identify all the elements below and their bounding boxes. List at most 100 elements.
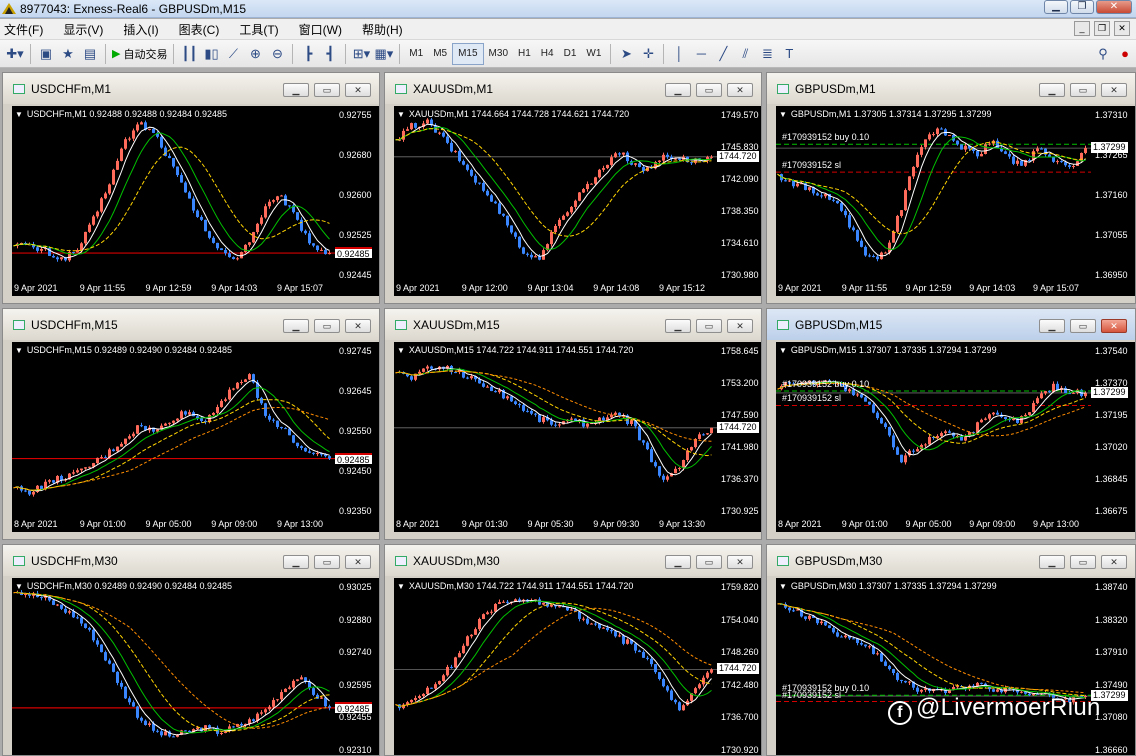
cursor-icon[interactable]: ➤: [615, 43, 637, 65]
order-label-buy[interactable]: #170939152 buy 0.10: [782, 379, 869, 389]
chart-window-xauusd-m1[interactable]: XAUUSDm,M1 ▁ ▭ ✕ ▼ XAUUSDm,M1 1744.664 17…: [384, 72, 762, 304]
chart-window-usdchf-m15[interactable]: USDCHFm,M15 ▁ ▭ ✕ ▼ USDCHFm,M15 0.92489 0…: [2, 308, 380, 540]
bar-chart-icon[interactable]: ┃┃: [178, 43, 200, 65]
time-scale[interactable]: 8 Apr 2021 9 Apr 01:00 9 Apr 05:00 9 Apr 09…: [12, 516, 379, 532]
chart-window-gbpusd-m15[interactable]: GBPUSDm,M15 ▁ ▭ ✕ ▼ GBPUSDm,M15 1.37307 1…: [766, 308, 1136, 540]
chart-window-caption[interactable]: USDCHFm,M1 ▁ ▭ ✕: [3, 73, 379, 104]
time-scale[interactable]: 8 Apr 2021 9 Apr 01:30 9 Apr 05:30 9 Apr 09…: [394, 516, 761, 532]
chart-window-caption[interactable]: XAUUSDm,M30 ▁ ▭ ✕: [385, 545, 761, 576]
profiles-icon[interactable]: ▣: [35, 43, 57, 65]
price-scale[interactable]: 0.93025 0.92880 0.92740 0.92595 0.92455 0.923…: [335, 578, 379, 755]
chart-plot-area[interactable]: ▼ USDCHFm,M30 0.92489 0.92490 0.92484 0.9…: [12, 578, 335, 755]
notification-icon[interactable]: ●: [1114, 43, 1136, 65]
crosshair-icon[interactable]: ✛: [637, 43, 659, 65]
price-scale[interactable]: 1.37540 1.37370 1.37195 1.37020 1.36845 1.366…: [1091, 342, 1135, 516]
restore-window-button[interactable]: ❐: [1070, 0, 1094, 14]
chart-minimize-button[interactable]: ▁: [283, 319, 309, 333]
timeframe-m5[interactable]: M5: [428, 43, 452, 65]
chart-plot-area[interactable]: ▼ GBPUSDm,M1 1.37305 1.37314 1.37295 1.37…: [776, 106, 1091, 280]
vertical-line-icon[interactable]: │: [668, 43, 690, 65]
time-scale[interactable]: 9 Apr 2021 9 Apr 11:55 9 Apr 12:59 9 Apr 14…: [12, 280, 379, 296]
chart-close-button[interactable]: ✕: [345, 555, 371, 569]
channel-icon[interactable]: ⫽: [734, 43, 756, 65]
chart-plot-area[interactable]: ▼ GBPUSDm,M30 1.37307 1.37335 1.37294 1.3…: [776, 578, 1091, 755]
autotrade-button[interactable]: ▶ 自动交易: [110, 43, 169, 65]
timeframe-w1[interactable]: W1: [581, 43, 606, 65]
chart-window-caption[interactable]: GBPUSDm,M1 ▁ ▭ ✕: [767, 73, 1135, 104]
price-scale[interactable]: 0.92745 0.92645 0.92550 0.92450 0.92350 0.924…: [335, 342, 379, 516]
chart-window-usdchf-m1[interactable]: USDCHFm,M1 ▁ ▭ ✕ ▼ USDCHFm,M1 0.92488 0.9…: [2, 72, 380, 304]
chart-close-button[interactable]: ✕: [345, 319, 371, 333]
time-scale[interactable]: 9 Apr 2021 9 Apr 11:55 9 Apr 12:59 9 Apr 14…: [776, 280, 1135, 296]
line-chart-icon[interactable]: ⟋: [222, 43, 244, 65]
menu-insert[interactable]: 插入(I): [123, 21, 158, 38]
chart-window-caption[interactable]: GBPUSDm,M15 ▁ ▭ ✕: [767, 309, 1135, 340]
horizontal-line-icon[interactable]: ─: [690, 43, 712, 65]
chart-plot-area[interactable]: ▼ XAUUSDm,M15 1744.722 1744.911 1744.551 …: [394, 342, 717, 516]
timeframe-m15[interactable]: M15: [452, 42, 484, 65]
chart-window-caption[interactable]: XAUUSDm,M15 ▁ ▭ ✕: [385, 309, 761, 340]
chart-shift-icon[interactable]: ┫: [319, 43, 341, 65]
mdi-close-button[interactable]: ✕: [1114, 21, 1130, 36]
chart-plot-area[interactable]: ▼ XAUUSDm,M30 1744.722 1744.911 1744.551 …: [394, 578, 717, 755]
new-chart-icon[interactable]: ✚▾: [4, 43, 26, 65]
minimize-window-button[interactable]: ▁: [1044, 0, 1068, 14]
mdi-minimize-button[interactable]: _: [1074, 21, 1090, 36]
price-scale[interactable]: 0.92755 0.92680 0.92600 0.92525 0.92445 0.924…: [335, 106, 379, 280]
chart-minimize-button[interactable]: ▁: [283, 83, 309, 97]
chart-maximize-button[interactable]: ▭: [696, 555, 722, 569]
chart-close-button[interactable]: ✕: [727, 83, 753, 97]
timeframe-d1[interactable]: D1: [559, 43, 582, 65]
order-label-buy[interactable]: #170939152 buy 0.10: [782, 132, 869, 142]
chart-close-button[interactable]: ✕: [727, 555, 753, 569]
chart-close-button[interactable]: ✕: [1101, 555, 1127, 569]
chart-maximize-button[interactable]: ▭: [314, 319, 340, 333]
chart-maximize-button[interactable]: ▭: [1070, 555, 1096, 569]
price-scale[interactable]: 1.37310 1.37265 1.37160 1.37055 1.36950 1.372…: [1091, 106, 1135, 280]
chart-minimize-button[interactable]: ▁: [283, 555, 309, 569]
chart-maximize-button[interactable]: ▭: [314, 83, 340, 97]
indicators-icon[interactable]: ⊞▾: [350, 43, 372, 65]
search-icon[interactable]: ⚲: [1092, 43, 1114, 65]
chart-minimize-button[interactable]: ▁: [1039, 319, 1065, 333]
templates-icon[interactable]: ▦▾: [372, 43, 395, 65]
navigator-icon[interactable]: ▤: [79, 43, 101, 65]
menu-help[interactable]: 帮助(H): [362, 21, 403, 38]
timeframe-h4[interactable]: H4: [536, 43, 559, 65]
chart-maximize-button[interactable]: ▭: [696, 83, 722, 97]
chart-minimize-button[interactable]: ▁: [665, 83, 691, 97]
chart-minimize-button[interactable]: ▁: [1039, 555, 1065, 569]
time-scale[interactable]: 8 Apr 2021 9 Apr 01:00 9 Apr 05:00 9 Apr 09…: [776, 516, 1135, 532]
menu-window[interactable]: 窗口(W): [299, 21, 342, 38]
chart-maximize-button[interactable]: ▭: [1070, 83, 1096, 97]
chart-maximize-button[interactable]: ▭: [314, 555, 340, 569]
timeframe-m1[interactable]: M1: [404, 43, 428, 65]
chart-window-usdchf-m30[interactable]: USDCHFm,M30 ▁ ▭ ✕ ▼ USDCHFm,M30 0.92489 0…: [2, 544, 380, 756]
chart-maximize-button[interactable]: ▭: [696, 319, 722, 333]
trendline-icon[interactable]: ╱: [712, 43, 734, 65]
close-window-button[interactable]: ✕: [1096, 0, 1132, 14]
chart-window-caption[interactable]: USDCHFm,M15 ▁ ▭ ✕: [3, 309, 379, 340]
chart-window-caption[interactable]: USDCHFm,M30 ▁ ▭ ✕: [3, 545, 379, 576]
timeframe-m30[interactable]: M30: [484, 43, 513, 65]
chart-close-button[interactable]: ✕: [345, 83, 371, 97]
chart-window-xauusd-m30[interactable]: XAUUSDm,M30 ▁ ▭ ✕ ▼ XAUUSDm,M30 1744.722 …: [384, 544, 762, 756]
order-label-sl[interactable]: #170939152 sl: [782, 393, 841, 403]
chart-minimize-button[interactable]: ▁: [665, 555, 691, 569]
chart-plot-area[interactable]: ▼ USDCHFm,M1 0.92488 0.92488 0.92484 0.92…: [12, 106, 335, 280]
order-label-sl[interactable]: #170939152 sl: [782, 690, 841, 700]
price-scale[interactable]: 1758.645 1753.200 1747.590 1741.980 1736.370…: [717, 342, 761, 516]
fibonacci-icon[interactable]: ≣: [756, 43, 778, 65]
menu-charts[interactable]: 图表(C): [179, 21, 220, 38]
chart-minimize-button[interactable]: ▁: [665, 319, 691, 333]
chart-window-xauusd-m15[interactable]: XAUUSDm,M15 ▁ ▭ ✕ ▼ XAUUSDm,M15 1744.722 …: [384, 308, 762, 540]
menu-tools[interactable]: 工具(T): [239, 21, 278, 38]
chart-close-button[interactable]: ✕: [1101, 319, 1127, 333]
zoom-in-icon[interactable]: ⊕: [244, 43, 266, 65]
mdi-restore-button[interactable]: ❐: [1094, 21, 1110, 36]
time-scale[interactable]: 9 Apr 2021 9 Apr 12:00 9 Apr 13:04 9 Apr 14…: [394, 280, 761, 296]
chart-window-caption[interactable]: GBPUSDm,M30 ▁ ▭ ✕: [767, 545, 1135, 576]
chart-plot-area[interactable]: ▼ XAUUSDm,M1 1744.664 1744.728 1744.621 1…: [394, 106, 717, 280]
zoom-out-icon[interactable]: ⊖: [266, 43, 288, 65]
chart-plot-area[interactable]: ▼ GBPUSDm,M15 1.37307 1.37335 1.37294 1.3…: [776, 342, 1091, 516]
